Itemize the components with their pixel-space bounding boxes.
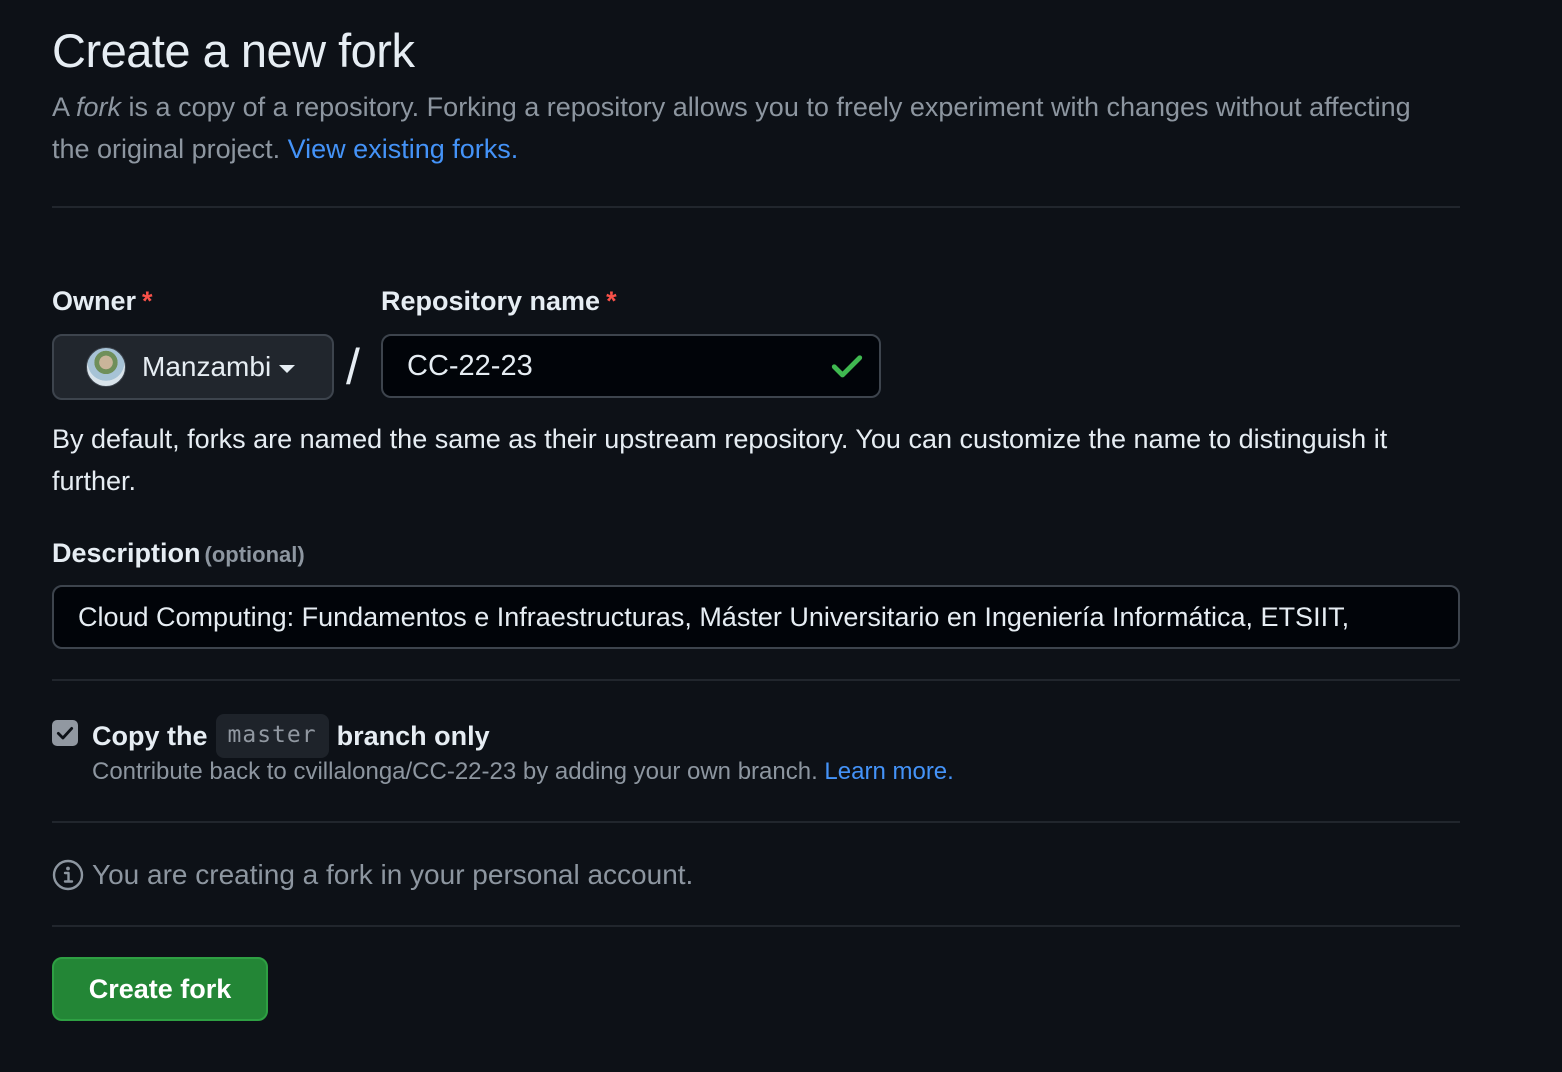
repository-name-label: Repository name * [381,284,617,318]
copy-branch-sub-text: Contribute back to cvillalonga/CC-22-23 … [92,758,818,785]
divider [52,925,1460,927]
repository-name-label-text: Repository name [381,286,601,316]
description-label: Description (optional) [52,536,305,572]
repository-name-input[interactable] [383,335,829,397]
intro-fork-term: fork [76,92,122,122]
page-title: Create a new fork [52,24,415,77]
copy-branch-checkbox[interactable] [52,720,78,746]
repository-name-help: By default, forks are named the same as … [52,424,1388,496]
personal-account-notice: You are creating a fork in your personal… [52,856,693,894]
repository-required-mark: * [606,286,617,316]
divider [52,821,1460,823]
owner-select-button[interactable]: Manzambi [52,334,334,400]
create-fork-page: Create a new fork A fork is a copy of a … [0,0,1562,1072]
copy-branch-label-suffix: branch only [336,721,490,751]
personal-account-notice-text: You are creating a fork in your personal… [92,859,694,890]
description-label-text: Description [52,538,201,568]
avatar [86,347,126,387]
learn-more-link[interactable]: Learn more. [824,758,953,785]
owner-label-text: Owner [52,286,137,316]
page-intro: A fork is a copy of a repository. Forkin… [52,86,1452,170]
copy-branch-label-prefix: Copy the [92,721,208,751]
copy-branch-description: Contribute back to cvillalonga/CC-22-23 … [92,756,954,788]
owner-required-mark: * [142,286,153,316]
intro-text: is a copy of a repository. Forking a rep… [52,92,1411,164]
copy-branch-label[interactable]: Copy the master branch only [92,714,490,758]
create-fork-button[interactable]: Create fork [52,957,268,1021]
info-icon [52,859,84,891]
view-existing-forks-link[interactable]: View existing forks. [288,134,519,164]
intro-prefix: A [52,92,77,122]
checkmark-icon [56,727,74,740]
divider [52,206,1460,208]
check-icon [831,355,863,378]
branch-name-code: master [215,714,329,758]
caret-down-icon [279,365,296,373]
divider [52,679,1460,681]
owner-label: Owner * [52,284,153,318]
repository-name-field [381,334,881,398]
owner-name: Manzambi [142,351,272,382]
owner-repo-separator: / [346,339,360,395]
description-input[interactable] [52,585,1460,649]
description-optional-label: (optional) [204,542,305,567]
